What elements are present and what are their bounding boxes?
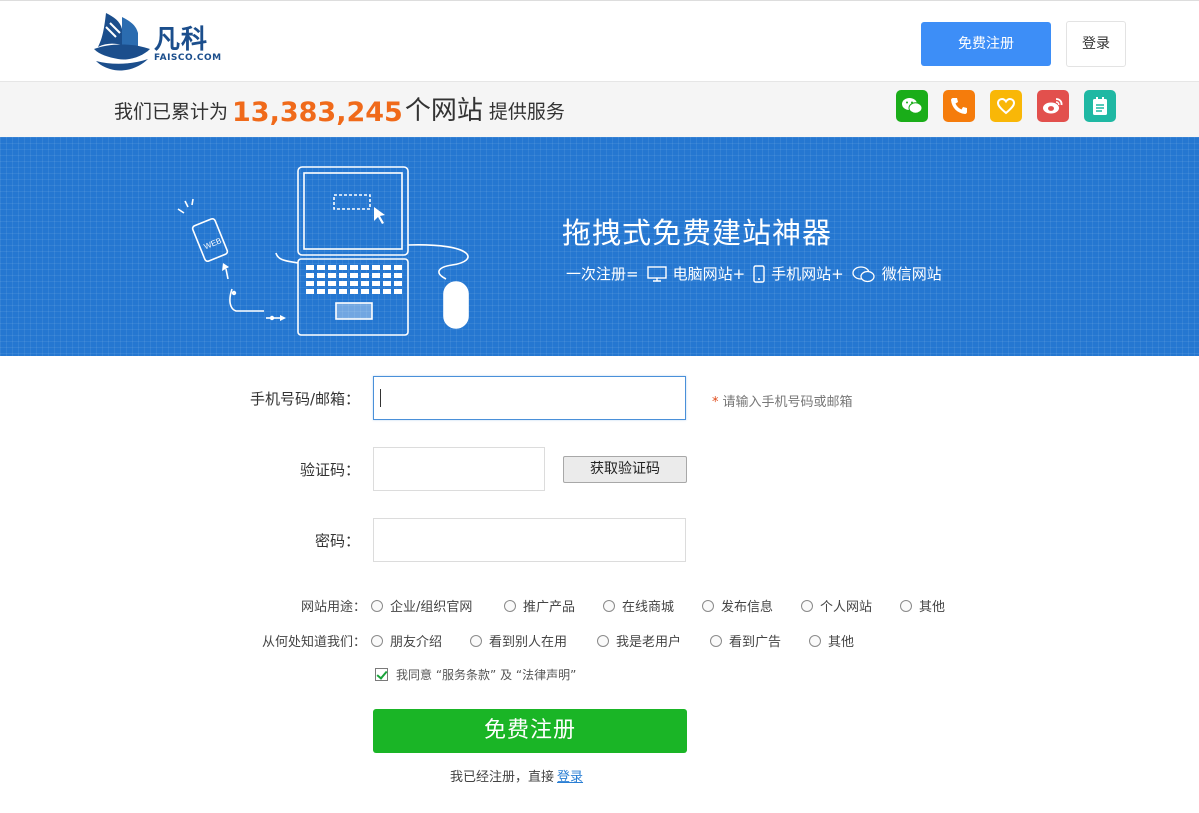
- phone-email-hint-text: 请输入手机号码或邮箱: [722, 395, 853, 410]
- phone-icon[interactable]: [943, 90, 975, 122]
- weibo-icon[interactable]: [1037, 90, 1069, 122]
- banner-sub-pc: 电脑网站+: [672, 265, 746, 283]
- text-caret: [380, 389, 381, 407]
- radio-icon: [702, 599, 714, 612]
- login-link[interactable]: 登录: [557, 770, 583, 785]
- site-count-number: 13,383,245: [232, 97, 403, 128]
- verification-code-label: 验证码：: [299, 461, 360, 479]
- already-registered-text: 我已经注册，直接 登录: [450, 766, 583, 785]
- website-usage-label: 网站用途：: [300, 600, 366, 615]
- logo-subtitle: FAISCO.COM: [154, 53, 222, 63]
- heart-icon[interactable]: [990, 90, 1022, 122]
- radio-icon: [371, 599, 383, 612]
- free-register-submit-button[interactable]: 免费注册: [373, 709, 687, 753]
- banner-sub-prefix: 一次注册=: [566, 265, 639, 283]
- radio-icon: [371, 634, 383, 647]
- usage-option-other[interactable]: 其他: [900, 596, 945, 615]
- usage-option-promote[interactable]: 推广产品: [504, 596, 575, 615]
- radio-icon: [504, 599, 516, 612]
- stats-unit: 个网站: [404, 96, 483, 126]
- source-option-returning-user[interactable]: 我是老用户: [597, 631, 681, 650]
- phone-email-input[interactable]: [373, 376, 686, 420]
- terms-agreement[interactable]: 我同意 “服务条款” 及 “法律声明”: [375, 666, 576, 683]
- get-code-button[interactable]: 获取验证码: [563, 456, 687, 483]
- wechat-outline-icon: [852, 265, 875, 282]
- notepad-icon[interactable]: [1084, 90, 1116, 122]
- password-input[interactable]: [373, 518, 686, 562]
- usage-option-corporate[interactable]: 企业/组织官网: [371, 596, 472, 615]
- usage-option-publish[interactable]: 发布信息: [702, 596, 773, 615]
- register-button-top[interactable]: 免费注册: [921, 22, 1051, 66]
- radio-icon: [801, 599, 813, 612]
- verification-code-input[interactable]: [373, 447, 545, 491]
- radio-icon: [470, 634, 482, 647]
- source-option-others-using[interactable]: 看到别人在用: [470, 631, 567, 650]
- logo-text: 凡科: [154, 25, 209, 55]
- radio-icon: [710, 634, 722, 647]
- banner-title: 拖拽式免费建站神器: [562, 216, 833, 250]
- radio-icon: [900, 599, 912, 612]
- required-star: *: [712, 395, 719, 410]
- usage-option-personal[interactable]: 个人网站: [801, 596, 872, 615]
- banner-subtitle: 一次注册= 电脑网站+ 手机网站+ 微信网站: [566, 263, 942, 284]
- radio-icon: [603, 599, 615, 612]
- banner-sub-mobile: 手机网站+: [771, 265, 844, 283]
- agree-checkbox[interactable]: [375, 668, 388, 681]
- login-button-top[interactable]: 登录: [1066, 21, 1126, 67]
- usage-option-shop[interactable]: 在线商城: [603, 596, 674, 615]
- laptop-illustration: WEB: [177, 166, 469, 336]
- banner-sub-wechat: 微信网站: [881, 265, 942, 283]
- hero-banner: WEB 拖拽式免费建站神器 一次注册= 电脑网站+ 手机网站+ 微信网站: [0, 137, 1199, 356]
- phone-email-hint: * 请输入手机号码或邮箱: [712, 391, 853, 410]
- faisco-logo[interactable]: 凡科 FAISCO.COM: [92, 9, 232, 77]
- top-header: 凡科 FAISCO.COM 免费注册 登录: [0, 0, 1199, 82]
- referral-source-label: 从何处知道我们：: [261, 635, 366, 650]
- radio-icon: [809, 634, 821, 647]
- source-option-friend[interactable]: 朋友介绍: [371, 631, 442, 650]
- source-option-other[interactable]: 其他: [809, 631, 854, 650]
- site-count-text: 我们已累计为 13,383,245 个网站 提供服务: [114, 92, 565, 128]
- phone-web-label: WEB: [203, 236, 223, 251]
- stats-prefix: 我们已累计为: [114, 101, 229, 123]
- ship-logo-icon: [94, 13, 150, 71]
- mobile-icon: [753, 264, 765, 283]
- source-option-ad[interactable]: 看到广告: [710, 631, 781, 650]
- phone-email-label: 手机号码/邮箱：: [249, 390, 360, 408]
- password-label: 密码：: [314, 532, 360, 550]
- already-registered-prefix: 我已经注册，直接: [450, 770, 555, 785]
- stats-suffix: 提供服务: [488, 101, 565, 123]
- desktop-icon: [646, 265, 667, 282]
- agree-text: 我同意 “服务条款” 及 “法律声明”: [396, 668, 577, 682]
- wechat-icon[interactable]: [896, 90, 928, 122]
- radio-icon: [597, 634, 609, 647]
